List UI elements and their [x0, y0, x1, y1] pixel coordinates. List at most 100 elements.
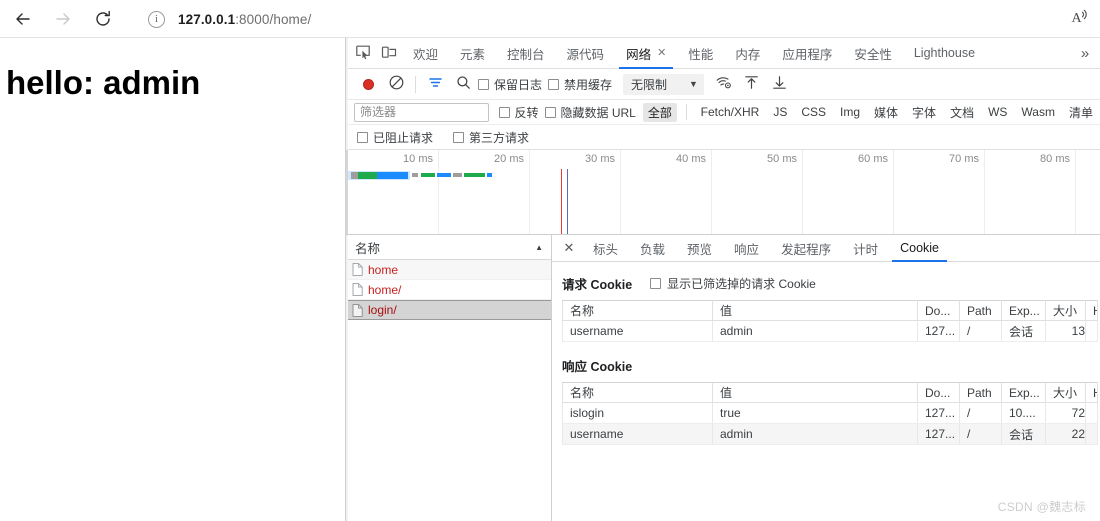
network-conditions-button[interactable] [710, 71, 738, 97]
devtools-tab-elements[interactable]: 元素 [449, 38, 496, 68]
column-header-size[interactable]: 大小 [1045, 382, 1086, 403]
table-row[interactable]: home [346, 260, 551, 280]
filter-chip-manifest[interactable]: 清单 [1064, 103, 1098, 122]
filter-chip-ws[interactable]: WS [983, 104, 1012, 120]
import-har-button[interactable] [738, 71, 766, 97]
detail-tab-timing[interactable]: 计时 [842, 235, 889, 261]
invert-checkbox[interactable]: 反转 [498, 104, 539, 121]
clear-button[interactable] [382, 71, 410, 97]
devtools-tab-lighthouse[interactable]: Lighthouse [903, 38, 986, 68]
inspect-cursor-icon [355, 44, 371, 63]
column-header-size[interactable]: 大小 [1045, 300, 1086, 321]
cookie-expires: 会话 [1001, 423, 1046, 445]
detail-tab-response[interactable]: 响应 [723, 235, 770, 261]
overview-tick-label: 60 ms [858, 153, 888, 165]
column-header-name[interactable]: 名称 [562, 382, 713, 403]
filter-input[interactable]: 筛选器 [354, 102, 489, 122]
filter-chip-doc[interactable]: 文档 [945, 103, 979, 122]
devtools-tab-sources[interactable]: 源代码 [556, 38, 616, 68]
reload-button[interactable] [86, 2, 120, 36]
detail-tab-preview[interactable]: 预览 [676, 235, 723, 261]
table-row[interactable]: islogin true 127... / 10.... 72 [562, 402, 1098, 424]
column-header-expires[interactable]: Exp... [1001, 300, 1046, 321]
show-filtered-cookies-checkbox[interactable]: 显示已筛选掉的请求 Cookie [650, 275, 816, 292]
close-icon[interactable]: ✕ [657, 47, 666, 59]
more-tabs-button[interactable]: » [1070, 38, 1100, 68]
close-detail-button[interactable]: ✕ [556, 235, 582, 261]
filter-chip-wasm[interactable]: Wasm [1016, 104, 1060, 120]
table-row[interactable]: username admin 127... / 会话 22 [562, 423, 1098, 445]
column-header-httponly[interactable]: Htt. [1085, 382, 1098, 403]
filter-chip-font[interactable]: 字体 [907, 103, 941, 122]
overview-gridline [529, 150, 530, 234]
site-info-icon[interactable]: i [148, 10, 165, 28]
overview-gridline [893, 150, 894, 234]
tab-label: 标头 [593, 242, 619, 257]
throttling-select[interactable]: 无限制 ▼ [623, 73, 704, 95]
column-header-path[interactable]: Path [959, 382, 1002, 403]
column-header-value[interactable]: 值 [712, 300, 918, 321]
request-list-header[interactable]: 名称 ▲ [346, 235, 551, 260]
column-header-value[interactable]: 值 [712, 382, 918, 403]
detail-tab-cookies[interactable]: Cookie [889, 235, 950, 262]
back-button[interactable] [6, 2, 40, 36]
column-header-domain[interactable]: Do... [917, 382, 960, 403]
watermark: CSDN @魏志标 [997, 500, 1086, 514]
table-row[interactable]: username admin 127... / 会话 13 [562, 320, 1098, 342]
overview-bar-segment [453, 173, 462, 177]
network-overview-timeline[interactable]: 10 ms 20 ms 30 ms 40 ms 50 ms 60 ms 70 m… [346, 150, 1100, 235]
disable-cache-checkbox[interactable]: 禁用缓存 [548, 76, 612, 93]
device-toolbar-button[interactable] [376, 38, 402, 68]
column-header-httponly[interactable]: Htt. [1085, 300, 1098, 321]
tab-label: Lighthouse [913, 46, 976, 60]
devtools-panel: 欢迎 元素 控制台 源代码 网络 ✕ 性能 内存 应用程序 安全性 Lighth… [345, 38, 1100, 521]
cookie-domain: 127... [917, 320, 960, 342]
filter-chip-all[interactable]: 全部 [642, 102, 677, 122]
request-list: 名称 ▲ home home/ login/ [346, 235, 552, 521]
devtools-tab-console[interactable]: 控制台 [496, 38, 556, 68]
search-button[interactable] [449, 71, 477, 97]
devtools-tab-application[interactable]: 应用程序 [771, 38, 843, 68]
devtools-tab-memory[interactable]: 内存 [724, 38, 771, 68]
cookies-panel: 请求 Cookie 显示已筛选掉的请求 Cookie 名称 值 Do... Pa… [552, 262, 1100, 521]
cookie-expires: 会话 [1001, 320, 1046, 342]
blocked-requests-checkbox[interactable]: 已阻止请求 [357, 129, 433, 146]
cookie-path: / [959, 402, 1002, 424]
devtools-tab-network[interactable]: 网络 ✕ [615, 38, 677, 69]
record-button[interactable] [354, 71, 382, 97]
column-header-domain[interactable]: Do... [917, 300, 960, 321]
tab-label: 发起程序 [781, 242, 832, 257]
column-header-expires[interactable]: Exp... [1001, 382, 1046, 403]
forward-button[interactable] [46, 2, 80, 36]
table-row[interactable]: home/ [346, 280, 551, 300]
filter-toggle-button[interactable] [421, 71, 449, 97]
inspect-element-button[interactable] [350, 38, 376, 68]
detail-tab-headers[interactable]: 标头 [582, 235, 629, 261]
record-icon [362, 78, 374, 90]
filter-chip-css[interactable]: CSS [796, 104, 831, 120]
export-har-button[interactable] [766, 71, 794, 97]
detail-tab-payload[interactable]: 负载 [629, 235, 676, 261]
devtools-tab-welcome[interactable]: 欢迎 [402, 38, 449, 68]
cookie-value: true [712, 402, 918, 424]
filter-chip-fetch-xhr[interactable]: Fetch/XHR [696, 104, 765, 120]
overview-tick-label: 50 ms [767, 153, 797, 165]
column-header-name[interactable]: 名称 [562, 300, 713, 321]
disable-cache-label: 禁用缓存 [564, 77, 613, 92]
detail-tab-initiator[interactable]: 发起程序 [770, 235, 842, 261]
hide-data-urls-checkbox[interactable]: 隐藏数据 URL [544, 104, 636, 121]
filter-chip-img[interactable]: Img [835, 104, 865, 120]
filter-chip-js[interactable]: JS [768, 104, 792, 120]
devtools-tab-security[interactable]: 安全性 [843, 38, 903, 68]
page-title: hello: admin [6, 64, 201, 101]
address-bar[interactable]: i 127.0.0.1:8000/home/ [136, 4, 741, 34]
column-header-path[interactable]: Path [959, 300, 1002, 321]
third-party-requests-checkbox[interactable]: 第三方请求 [453, 129, 529, 146]
cookie-value: admin [712, 320, 918, 342]
devtools-tab-performance[interactable]: 性能 [677, 38, 724, 68]
table-row[interactable]: login/ [346, 300, 551, 320]
preserve-log-checkbox[interactable]: 保留日志 [478, 76, 542, 93]
devtools-splitter[interactable] [346, 38, 348, 521]
read-aloud-button[interactable]: A [1064, 2, 1098, 36]
filter-chip-media[interactable]: 媒体 [869, 103, 903, 122]
